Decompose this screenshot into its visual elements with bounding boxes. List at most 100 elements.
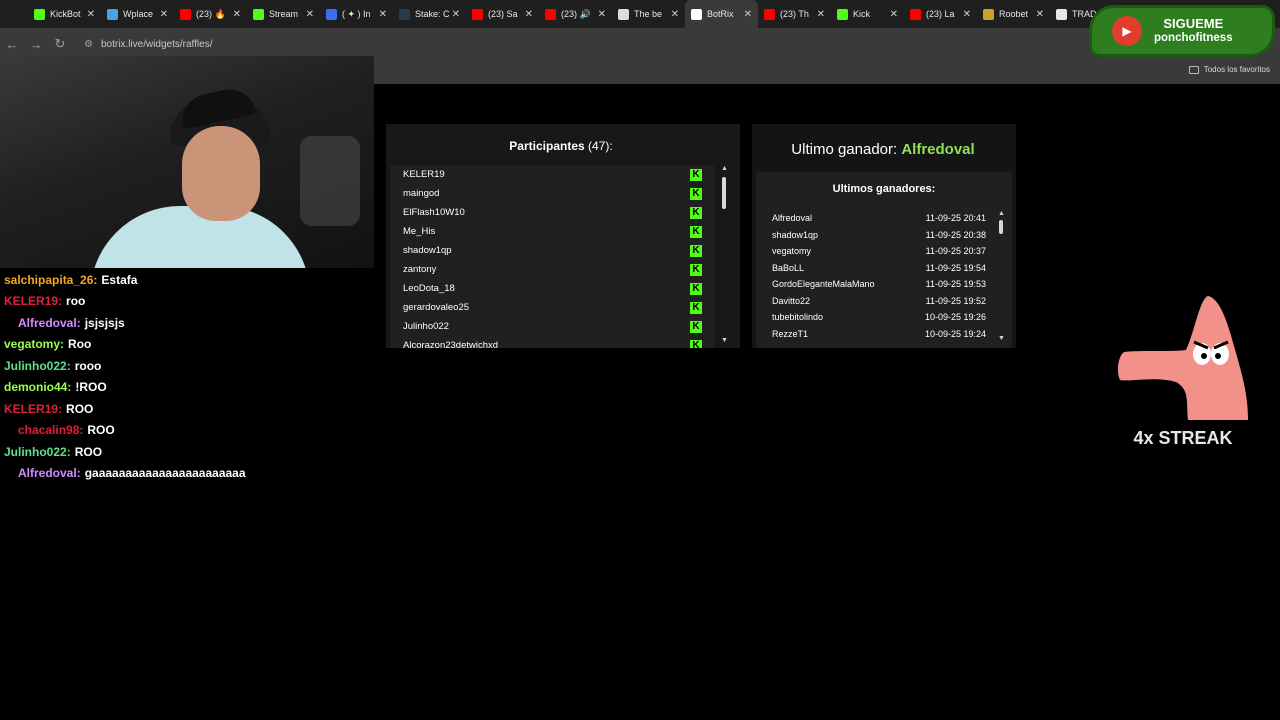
chat-separator: :: [58, 401, 63, 416]
site-info-icon[interactable]: ⚙: [84, 39, 93, 50]
winner-row: shadow1qp 11-09-25 20:38: [772, 227, 986, 244]
bookmarks-bar: Todos los favoritos: [374, 60, 1280, 84]
url-text: botrix.live/widgets/raffles/: [100, 38, 213, 50]
winner-name: shadow1qp: [772, 229, 819, 240]
back-icon[interactable]: ←: [0, 37, 24, 52]
chat-message: KELER19: ROO: [0, 398, 300, 420]
browser-tab[interactable]: BotRix ✕: [685, 0, 758, 28]
chat-separator: :: [66, 358, 71, 373]
scroll-up-icon[interactable]: ▲: [721, 165, 728, 172]
tab-close-icon[interactable]: ✕: [1036, 9, 1044, 20]
tab-close-icon[interactable]: ✕: [525, 9, 533, 20]
browser-tab[interactable]: ( ✦ ) In ✕: [320, 0, 393, 28]
chat-text: Roo: [68, 337, 92, 352]
winners-scrollbar[interactable]: ▲ ▼: [998, 210, 1005, 346]
reload-icon[interactable]: ↻: [48, 36, 72, 52]
chat-separator: :: [60, 337, 65, 352]
browser-tab[interactable]: (23) La ✕: [904, 0, 977, 28]
scroll-thumb[interactable]: [999, 220, 1003, 234]
tab-label: (23) La: [926, 9, 955, 19]
browser-tab[interactable]: (23) 🔊 ✕: [539, 0, 612, 28]
webcam-person-face: [182, 126, 260, 221]
participant-row: zantony K: [390, 260, 714, 279]
participant-row: Julinho022 K: [390, 317, 714, 336]
participant-name: ElFlash10W10: [403, 207, 465, 218]
browser-tab[interactable]: KickBot ✕: [28, 0, 101, 28]
winner-date: 11-09-25 20:37: [925, 246, 986, 257]
winner-date: 11-09-25 20:41: [925, 213, 986, 224]
last-winner-name: Alfredoval: [901, 141, 975, 158]
browser-tab[interactable]: Roobet ✕: [977, 0, 1050, 28]
tab-close-icon[interactable]: ✕: [160, 9, 168, 20]
winner-name: Davitto22: [772, 295, 811, 306]
last-winner-label: Ultimo ganador:: [791, 141, 898, 158]
chat-separator: :: [58, 294, 63, 309]
browser-tab[interactable]: Wplace ✕: [101, 0, 174, 28]
winner-name: tubebitolindo: [772, 312, 824, 323]
browser-tab[interactable]: Kick ✕: [831, 0, 904, 28]
tab-label: (23) Sa: [488, 9, 518, 19]
chat-username: Julinho022: [4, 358, 67, 373]
chat-username: vegatomy: [4, 337, 61, 352]
participant-name: zantony: [403, 264, 437, 275]
chat-username: demonio44: [4, 380, 68, 395]
follow-text: SIGUEME ponchofitness: [1154, 17, 1233, 45]
follow-badge: ▶ SIGUEME ponchofitness: [1092, 8, 1272, 54]
tab-close-icon[interactable]: ✕: [452, 9, 460, 20]
winner-row: Davitto22 11-09-25 19:52: [772, 293, 986, 310]
winner-date: 11-09-25 19:54: [925, 262, 986, 273]
tab-close-icon[interactable]: ✕: [671, 9, 679, 20]
winner-date: 10-09-25 19:24: [924, 328, 986, 339]
tab-close-icon[interactable]: ✕: [233, 9, 241, 20]
tab-label: KickBot: [50, 9, 81, 19]
forward-icon[interactable]: →: [24, 37, 48, 52]
scroll-down-icon[interactable]: ▼: [998, 335, 1005, 342]
browser-tab[interactable]: (23) 🔥 ✕: [174, 0, 247, 28]
kick-icon: K: [690, 320, 702, 333]
tab-favicon-icon: [472, 8, 483, 20]
scroll-thumb[interactable]: [722, 177, 726, 209]
tab-label: ( ✦ ) In: [342, 8, 371, 19]
participant-row: Alcorazon23detwichxd K: [390, 336, 714, 348]
chat-separator: :: [79, 423, 84, 438]
chat-message: Julinho022: rooo: [0, 355, 300, 377]
winner-name: Alfredoval: [772, 213, 813, 224]
chat-text: ROO: [87, 423, 115, 438]
tab-close-icon[interactable]: ✕: [87, 9, 95, 20]
tab-close-icon[interactable]: ✕: [744, 9, 752, 20]
tab-favicon-icon: [983, 8, 994, 20]
tab-close-icon[interactable]: ✕: [598, 9, 606, 20]
browser-tab[interactable]: (23) Sa ✕: [466, 0, 539, 28]
participants-scrollbar[interactable]: ▲ ▼: [721, 165, 728, 348]
tab-close-icon[interactable]: ✕: [306, 9, 314, 20]
browser-tab[interactable]: The be ✕: [612, 0, 685, 28]
participant-name: Julinho022: [403, 321, 449, 332]
chat-message: Alfredoval: jsjsjsjs: [0, 312, 300, 334]
tab-label: (23) 🔥: [196, 8, 226, 19]
scroll-up-icon[interactable]: ▲: [998, 210, 1005, 217]
tab-close-icon[interactable]: ✕: [963, 9, 971, 20]
browser-tab[interactable]: (23) Th ✕: [758, 0, 831, 28]
tab-close-icon[interactable]: ✕: [379, 9, 387, 20]
tab-close-icon[interactable]: ✕: [817, 9, 825, 20]
webcam-background: [300, 136, 360, 226]
all-bookmarks-button[interactable]: Todos los favoritos: [1188, 65, 1270, 74]
scroll-down-icon[interactable]: ▼: [721, 337, 728, 344]
participant-name: Alcorazon23detwichxd: [403, 340, 499, 348]
kick-icon: K: [690, 339, 702, 348]
winner-row: RezzeT1 10-09-25 19:24: [772, 326, 986, 343]
chat-username: KELER19: [4, 401, 59, 416]
chat-text: ROO: [74, 444, 103, 459]
browser-tab[interactable]: Stake: C ✕: [393, 0, 466, 28]
url-field[interactable]: ⚙ botrix.live/widgets/raffles/: [84, 39, 213, 50]
tab-favicon-icon: [764, 8, 775, 20]
tab-label: (23) 🔊: [561, 8, 591, 19]
participant-name: maingod: [403, 188, 440, 199]
browser-tab[interactable]: Stream ✕: [247, 0, 320, 28]
winner-date: 10-09-25 19:26: [924, 312, 986, 323]
kick-icon: K: [690, 187, 702, 200]
tab-close-icon[interactable]: ✕: [890, 9, 898, 20]
tab-favicon-icon: [618, 8, 629, 20]
participant-name: KELER19: [403, 169, 445, 180]
tab-favicon-icon: [326, 8, 337, 20]
